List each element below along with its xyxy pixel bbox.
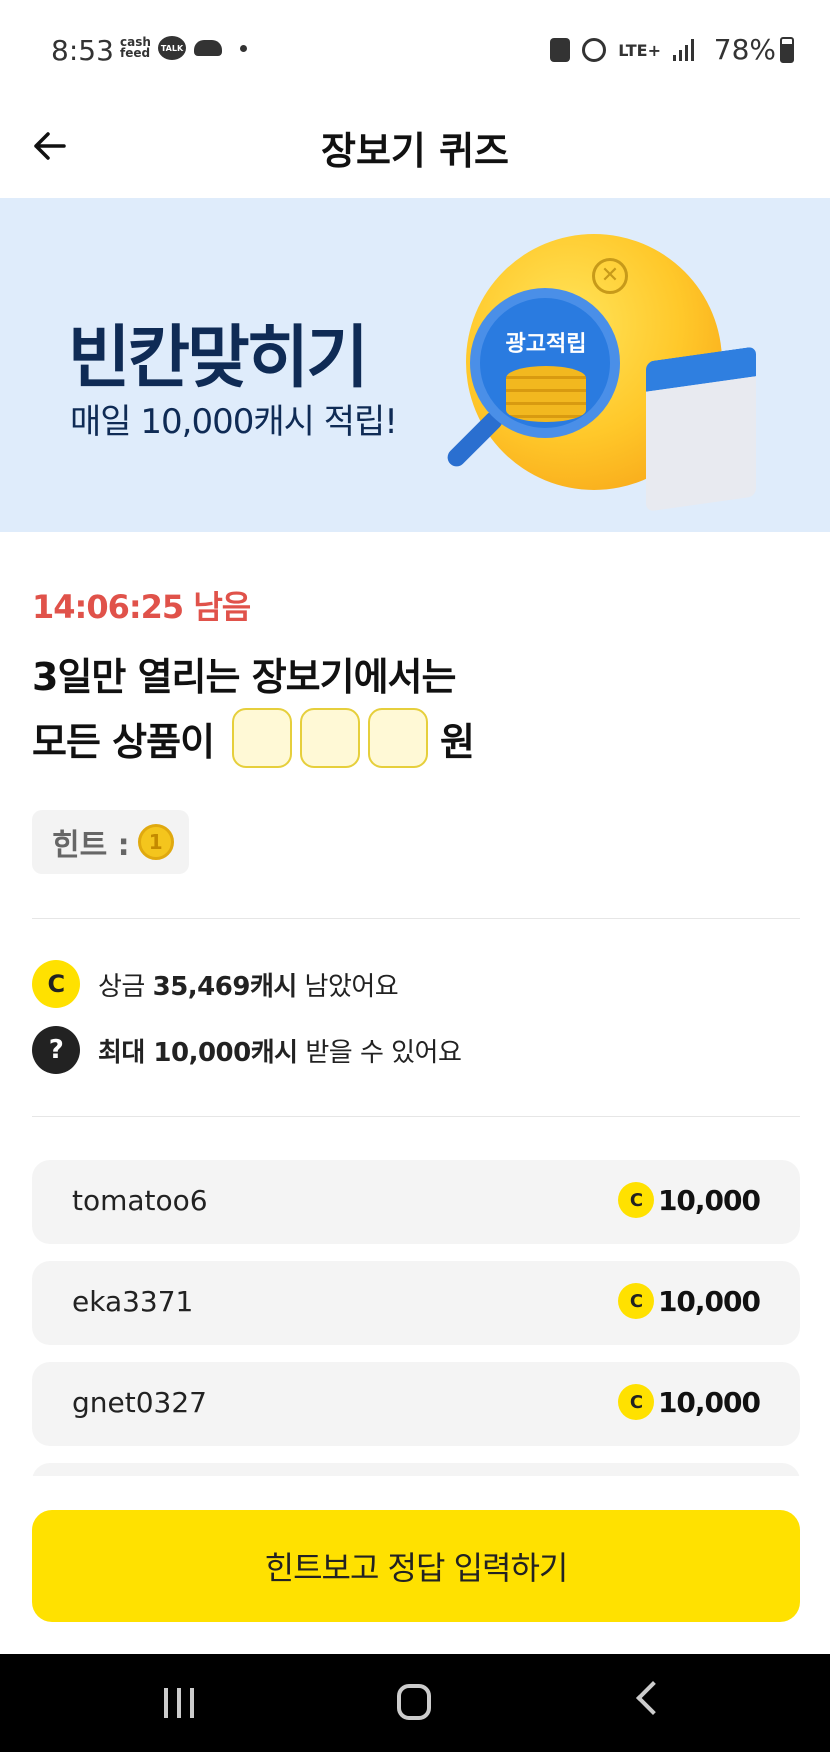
- banner-subtitle: 매일 10,000캐시 적립!: [70, 402, 398, 442]
- winner-row: gnet0327 C 10,000: [32, 1362, 800, 1446]
- status-bar: 8:53 cash feed TALK LTE+ 78%: [0, 0, 830, 100]
- enter-answer-button[interactable]: 힌트보고 정답 입력하기: [32, 1510, 800, 1622]
- winner-list[interactable]: tomatoo6 C 10,000 eka3371 C 10,000 gnet0…: [32, 1160, 800, 1476]
- signal-icon: [673, 39, 694, 61]
- divider: [32, 1116, 800, 1117]
- alarm-icon: [582, 38, 607, 62]
- nav-back-icon[interactable]: [636, 1681, 670, 1715]
- calendar-illustration: [646, 346, 756, 512]
- kakaotalk-icon: TALK: [158, 36, 186, 60]
- question-line-1: 3일만 열리는 장보기에서는: [32, 655, 456, 699]
- battery-icon: [780, 36, 794, 63]
- more-notifications-icon: [240, 44, 247, 52]
- ad-banner[interactable]: 빈칸맞히기 매일 10,000캐시 적립! 광고적립 ✕: [0, 198, 830, 532]
- winner-amount: C 10,000: [617, 1283, 761, 1319]
- battery-percent: 78%: [713, 33, 776, 66]
- cash-coin-icon: C: [617, 1384, 654, 1420]
- remaining-time: 14:06:25 남음: [32, 588, 251, 626]
- winner-name: gnet0327: [72, 1386, 207, 1419]
- recycle-icon: [550, 38, 571, 62]
- question-line-2: 모든 상품이 원: [32, 706, 475, 770]
- prize-suffix: 남았어요: [296, 971, 399, 1002]
- cash-coin-icon: C: [617, 1283, 654, 1319]
- answer-slot: [368, 708, 429, 768]
- winner-amount-value: 10,000: [657, 1385, 761, 1419]
- app-header: 장보기 퀴즈: [0, 100, 830, 198]
- winner-row-partial: [32, 1463, 800, 1476]
- winner-name: tomatoo6: [72, 1184, 208, 1217]
- home-icon[interactable]: [397, 1684, 431, 1720]
- coin-stack-illustration: [506, 366, 586, 422]
- winner-amount: C 10,000: [617, 1384, 761, 1420]
- ad-close-icon[interactable]: ✕: [592, 258, 628, 294]
- question-prefix: 모든 상품이: [32, 719, 215, 764]
- cash-coin-icon: C: [617, 1182, 654, 1218]
- ad-reward-badge: 광고적립: [505, 332, 587, 357]
- prize-remaining-row: C 상금 35,469캐시 남았어요: [32, 960, 399, 1008]
- winner-row: eka3371 C 10,000: [32, 1261, 800, 1345]
- recents-icon[interactable]: [164, 1688, 194, 1718]
- winner-amount: C 10,000: [617, 1182, 761, 1218]
- max-suffix: 받을 수 있어요: [297, 1037, 462, 1068]
- battery-indicator: 78%: [714, 33, 794, 66]
- hint-label: 힌트 :: [52, 828, 130, 863]
- page-title: 장보기 퀴즈: [320, 129, 510, 173]
- divider: [32, 918, 800, 919]
- winner-name: eka3371: [72, 1285, 194, 1318]
- max-amount: 최대 10,000캐시: [98, 1037, 298, 1068]
- answer-slot: [232, 708, 293, 768]
- prize-amount: 35,469캐시: [152, 971, 298, 1002]
- winner-row: tomatoo6 C 10,000: [32, 1160, 800, 1244]
- cash-coin-icon: C: [32, 960, 80, 1008]
- hint-coin-icon: 1: [137, 824, 174, 860]
- status-time: 8:53: [51, 34, 114, 67]
- prize-prefix: 상금: [98, 971, 153, 1002]
- lte-icon: LTE+: [618, 40, 661, 60]
- winner-amount-value: 10,000: [657, 1183, 761, 1217]
- answer-slots: [232, 708, 436, 768]
- cloud-icon: [194, 40, 222, 56]
- winner-amount-value: 10,000: [657, 1284, 761, 1318]
- hint-button[interactable]: 힌트 : 1: [32, 810, 189, 874]
- notification-icons: cash feed TALK: [120, 36, 247, 60]
- max-reward-row: ? 최대 10,000캐시 받을 수 있어요: [32, 1026, 462, 1074]
- question-icon: ?: [32, 1026, 80, 1074]
- answer-slot: [300, 708, 361, 768]
- system-icons: LTE+: [550, 38, 694, 62]
- banner-title: 빈칸맞히기: [68, 319, 369, 398]
- system-nav-bar: [0, 1654, 830, 1752]
- question-suffix: 원: [440, 719, 475, 764]
- cashfeed-icon: cash feed: [120, 35, 151, 60]
